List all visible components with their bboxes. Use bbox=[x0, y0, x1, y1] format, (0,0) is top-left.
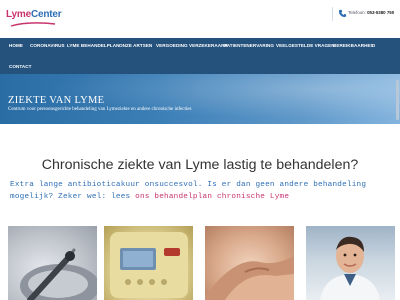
logo-text-lyme: Lyme bbox=[6, 9, 31, 20]
phone-label: Telefoon: bbox=[348, 10, 366, 15]
device-probe-illustration bbox=[20, 248, 97, 300]
nav-item-veelgestelde-vragen[interactable]: VEELGESTELDE VRAGEN bbox=[276, 43, 335, 48]
nav-item-lyme-behandelplan[interactable]: LYME BEHANDELPLAN bbox=[67, 43, 120, 48]
frequency-device-image[interactable] bbox=[104, 226, 193, 300]
hero-banner: ZIEKTE VAN LYME Centrum voor persoonsger… bbox=[0, 74, 400, 124]
phone-icon bbox=[338, 9, 347, 18]
nav-item-onze-artsen[interactable]: ONZE ARTSEN bbox=[119, 43, 152, 48]
doctor-portrait-image[interactable] bbox=[306, 226, 395, 300]
site-header: LymeCenter Telefoon: 053-5380 750 bbox=[0, 0, 400, 38]
hero-subtitle: Centrum voor persoonsgerichte behandelin… bbox=[8, 107, 192, 112]
nav-item-bereikbaarheid[interactable]: BEREIKBAARHEID bbox=[333, 43, 375, 48]
hands-image[interactable] bbox=[205, 226, 294, 300]
nav-item-coronavirus[interactable]: CORONAVIRUS bbox=[30, 43, 65, 48]
logo-text-center: Center bbox=[30, 9, 62, 20]
page-scrollbar[interactable] bbox=[396, 80, 399, 120]
phone-contact[interactable]: Telefoon: 053-5380 750 bbox=[332, 7, 398, 21]
nav-item-patientenervaring[interactable]: PATIENTENERVARING bbox=[224, 43, 274, 48]
doctor-portrait-illustration bbox=[320, 236, 380, 300]
behandelplan-link[interactable]: ons behandelplan chronische Lyme bbox=[135, 193, 289, 201]
nav-item-contact[interactable]: CONTACT bbox=[9, 64, 31, 69]
treatment-device-image[interactable] bbox=[8, 226, 97, 300]
nav-item-home[interactable]: HOME bbox=[9, 43, 23, 48]
main-navigation: HOME CORONAVIRUS LYME BEHANDELPLAN ONZE … bbox=[0, 38, 400, 74]
device-display-illustration bbox=[110, 232, 188, 298]
page-title: Chronische ziekte van Lyme lastig te beh… bbox=[41, 157, 359, 173]
intro-text: Extra lange antibioticakuur onsuccesvol.… bbox=[10, 179, 392, 203]
logo-swoosh-icon bbox=[10, 22, 56, 27]
phone-number[interactable]: 053-5380 750 bbox=[367, 10, 394, 15]
hero-title: ZIEKTE VAN LYME bbox=[8, 95, 105, 106]
nav-item-vergoeding-verzekeraars[interactable]: VERGOEDING VERZEKERAARS bbox=[156, 43, 228, 48]
hands-illustration bbox=[205, 256, 294, 300]
lymecenter-logo[interactable]: LymeCenter bbox=[6, 6, 62, 34]
